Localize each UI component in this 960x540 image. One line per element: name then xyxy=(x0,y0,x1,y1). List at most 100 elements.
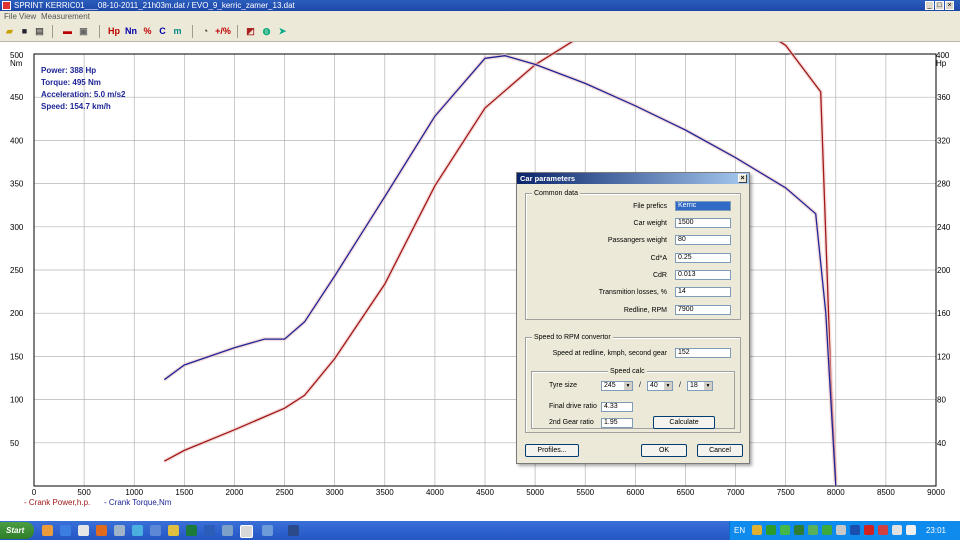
system-tray: EN 23:01 xyxy=(729,521,960,540)
tray-icon[interactable] xyxy=(878,525,888,535)
y2-tick-label: 320 xyxy=(937,136,951,145)
legend-power: - Crank Power,h.p. xyxy=(24,498,91,507)
tray-icon[interactable] xyxy=(780,525,790,535)
tyre-rim-value: 18 xyxy=(690,382,698,389)
folder-icon[interactable] xyxy=(42,525,53,536)
y2-tick-label: 160 xyxy=(937,309,951,318)
transmission-losses-input[interactable]: 14 xyxy=(675,287,731,297)
profiles-button[interactable]: Profiles... xyxy=(525,444,579,457)
x-tick-label: 8000 xyxy=(827,488,845,497)
speed-at-redline-input[interactable]: 152 xyxy=(675,348,731,358)
chart-icon[interactable]: ▣ xyxy=(76,24,91,39)
car-icon[interactable]: ▬ xyxy=(60,24,75,39)
sprint-app-icon[interactable] xyxy=(240,525,253,538)
app-icon[interactable] xyxy=(288,525,299,536)
browser-icon[interactable] xyxy=(60,525,71,536)
percent-button[interactable]: % xyxy=(140,24,155,39)
taskbar: Start EN 23:01 xyxy=(0,521,960,540)
dialog-close-button[interactable]: × xyxy=(738,174,747,183)
tyre-rim-select[interactable]: 18 ▼ xyxy=(687,381,713,391)
cda-input[interactable]: 0.25 xyxy=(675,253,731,263)
x-tick-label: 1500 xyxy=(175,488,193,497)
tray-icon[interactable] xyxy=(808,525,818,535)
x-tick-label: 9000 xyxy=(927,488,945,497)
close-button[interactable]: × xyxy=(945,1,954,10)
hp-button[interactable]: Hp xyxy=(106,24,122,39)
bluetooth-icon[interactable] xyxy=(850,525,860,535)
nm-button[interactable]: Nn xyxy=(123,24,139,39)
app-icon[interactable] xyxy=(168,525,179,536)
passengers-weight-input[interactable]: 80 xyxy=(675,235,731,245)
menu-bar: File View Measurement xyxy=(0,11,960,22)
redline-input[interactable]: 7900 xyxy=(675,305,731,315)
y2-tick-label: 280 xyxy=(937,180,951,189)
car-weight-label: Car weight xyxy=(633,220,667,227)
tray-icon[interactable] xyxy=(836,525,846,535)
language-indicator[interactable]: EN xyxy=(734,521,745,540)
save-icon[interactable]: ■ xyxy=(17,24,32,39)
file-prefix-input[interactable]: Kerric xyxy=(675,201,731,211)
calculate-button[interactable]: Calculate xyxy=(653,416,715,429)
start-button[interactable]: Start xyxy=(0,522,34,539)
gauge-icon[interactable]: ◔ xyxy=(198,24,213,39)
tray-icon[interactable] xyxy=(794,525,804,535)
window-icon[interactable] xyxy=(114,525,125,536)
skype-icon[interactable] xyxy=(132,525,143,536)
second-gear-input[interactable]: 1.95 xyxy=(601,418,633,428)
app-icon[interactable] xyxy=(222,525,233,536)
tyre-profile-select[interactable]: 40 ▼ xyxy=(647,381,673,391)
app-icon[interactable] xyxy=(262,525,273,536)
dyno-chart: 0 500 1000 1500 2000 2500 3000 3500 4000 4500 5000… xyxy=(10,42,951,497)
y2-tick-label: 80 xyxy=(937,396,946,405)
cancel-button[interactable]: Cancel xyxy=(697,444,743,457)
c-button[interactable]: C xyxy=(155,24,170,39)
x-tick-label: 4500 xyxy=(476,488,494,497)
minimize-button[interactable]: _ xyxy=(925,1,934,10)
plus-percent-button[interactable]: +/% xyxy=(214,24,232,39)
axis-ticks: 0 500 1000 1500 2000 2500 3000 3500 4000 4500 5000… xyxy=(10,93,951,497)
final-drive-input[interactable]: 4.33 xyxy=(601,402,633,412)
word-icon[interactable] xyxy=(204,525,215,536)
volume-icon[interactable] xyxy=(906,525,916,535)
y-tick-label: 250 xyxy=(10,266,24,275)
tyre-width-select[interactable]: 245 ▼ xyxy=(601,381,633,391)
chevron-down-icon: ▼ xyxy=(704,382,712,390)
tyre-separator: / xyxy=(639,382,641,389)
graph-icon[interactable]: ◩ xyxy=(243,24,258,39)
second-gear-label: 2nd Gear ratio xyxy=(549,419,594,426)
tray-icon[interactable] xyxy=(864,525,874,535)
app-icon[interactable] xyxy=(150,525,161,536)
tray-icon[interactable] xyxy=(766,525,776,535)
maximize-button[interactable]: □ xyxy=(935,1,944,10)
excel-icon[interactable] xyxy=(186,525,197,536)
globe-icon[interactable]: ◍ xyxy=(259,24,274,39)
y-tick-label: 150 xyxy=(10,352,24,361)
tyre-size-label: Tyre size xyxy=(549,382,578,389)
menu-measurement[interactable]: Measurement xyxy=(41,11,90,22)
open-folder-icon[interactable]: ▰ xyxy=(2,24,17,39)
x-tick-label: 2500 xyxy=(276,488,294,497)
y-tick-label: 50 xyxy=(10,439,19,448)
export-icon[interactable]: ➤ xyxy=(275,24,290,39)
y2-axis-unit: Hp xyxy=(936,59,947,68)
dialog-title-bar: Car parameters × xyxy=(517,173,749,184)
ok-button[interactable]: OK xyxy=(641,444,687,457)
tray-icon[interactable] xyxy=(752,525,762,535)
menu-view[interactable]: View xyxy=(19,11,36,22)
y-tick-label: 350 xyxy=(10,180,24,189)
tray-icon[interactable] xyxy=(822,525,832,535)
toolbar-separator xyxy=(52,25,53,38)
car-weight-input[interactable]: 1500 xyxy=(675,218,731,228)
network-icon[interactable] xyxy=(892,525,902,535)
file-prefix-label: File prefics xyxy=(633,203,667,210)
x-tick-label: 3500 xyxy=(376,488,394,497)
cdr-input[interactable]: 0.013 xyxy=(675,270,731,280)
disk-icon[interactable] xyxy=(78,525,89,536)
print-icon[interactable]: ▤ xyxy=(32,24,47,39)
firefox-icon[interactable] xyxy=(96,525,107,536)
m-button[interactable]: m xyxy=(170,24,185,39)
x-tick-label: 3000 xyxy=(326,488,344,497)
menu-file[interactable]: File xyxy=(4,11,17,22)
y2-tick-label: 120 xyxy=(937,352,951,361)
x-tick-label: 6500 xyxy=(677,488,695,497)
